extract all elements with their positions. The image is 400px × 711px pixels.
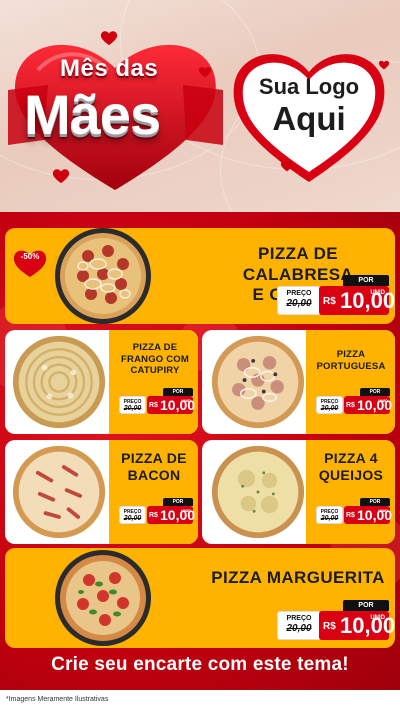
product-card-calabresa: -50% PIZZA DE CALABRESA E CEBOLA POR PRE… [5,228,395,324]
title-line2: Mães [24,83,161,146]
old-price: 20,00 [286,623,312,634]
preco-label: PREÇO [286,290,312,297]
product-name-line: QUEIJOS [318,467,384,484]
old-price: 20,00 [123,515,142,522]
small-heart-icon [280,160,294,172]
product-name-line: PIZZA MARGUERITA [211,568,385,587]
discount-badge: -50% [20,252,40,261]
old-price-box: PREÇO 20,00 [277,286,321,315]
unit-label: UNID [378,508,388,513]
pizza-4-queijos-icon [211,445,305,539]
old-price-box: PREÇO 20,00 [119,396,146,414]
old-price-box: PREÇO 20,00 [119,506,146,524]
footnote-text: *Imagens Meramente Ilustrativas [6,696,109,703]
unit-label: UNID [370,615,385,621]
por-label: POR [163,388,193,396]
product-name-line: PIZZA DE [132,342,178,353]
currency-symbol: R$ [323,296,336,307]
price-tag: POR PREÇO 20,00 R$ 10,00 UNID [316,388,392,414]
small-heart-icon [100,31,118,46]
product-name-line: PIZZA [336,349,366,360]
price-tag: POR PREÇO 20,00 R$ 10,00 UNID [316,498,392,524]
old-price-box: PREÇO 20,00 [316,396,343,414]
old-price-box: PREÇO 20,00 [277,611,321,640]
por-label: POR [360,498,390,506]
product-name-line: PIZZA DE [121,450,187,466]
logo-placeholder-line2: Aqui [272,100,346,137]
small-heart-icon [198,66,212,78]
product-card-portuguesa: PIZZA PORTUGUESA POR PREÇO 20,00 R$ 10,0… [202,330,395,434]
new-price: 10,00 [340,288,395,313]
pizza-marguerita-icon [55,550,151,646]
small-heart-icon [52,169,70,184]
currency-symbol: R$ [346,512,355,519]
currency-symbol: R$ [149,402,158,409]
pizza-calabresa-icon [55,228,151,324]
title-line1: Mês das [60,55,159,82]
pizza-frango-icon [12,335,106,429]
price-tag: POR PREÇO 20,00 R$ 10,00 UNID [277,600,395,640]
product-name-line: FRANGO COM [121,353,189,365]
product-name-line: CATUPIRY [130,365,180,377]
por-label: POR [360,388,390,396]
logo-placeholder-line1: Sua Logo [258,74,360,99]
preco-label: PREÇO [286,615,312,622]
price-tag: POR PREÇO 20,00 R$ 10,00 UNID [119,388,195,414]
unit-label: UNID [181,508,191,513]
old-price: 20,00 [286,298,312,309]
card-accent [306,330,395,434]
product-name-line: PORTUGUESA [316,360,386,372]
price-tag: POR PREÇO 20,00 R$ 10,00 UNID [277,275,395,315]
product-name-line: BACON [127,467,181,484]
new-price-box: R$ 10,00 UNID [344,506,392,524]
footnote-bar: *Imagens Meramente Ilustrativas [0,690,400,711]
currency-symbol: R$ [346,402,355,409]
call-to-action: Crie seu encarte com este tema! [51,654,349,675]
product-name: PIZZA 4 QUEIJOS [308,450,394,484]
new-price-box: R$ 10,00 UNID [147,506,195,524]
product-card-frango: PIZZA DE FRANGO COM CATUPIRY POR PREÇO 2… [5,330,198,434]
new-price: 10,00 [340,613,395,638]
currency-symbol: R$ [149,512,158,519]
price-tag: POR PREÇO 20,00 R$ 10,00 UNID [119,498,195,524]
new-price-box: R$ 10,00 UNID [147,396,195,414]
product-name: PIZZA DE BACON [111,450,197,484]
new-price-box: R$ 10,00 UNID [344,396,392,414]
product-name: PIZZA DE FRANGO COM CATUPIRY [113,342,197,377]
currency-symbol: R$ [323,621,336,632]
product-card-bacon: PIZZA DE BACON POR PREÇO 20,00 R$ 10,00 … [5,440,198,544]
pizza-bacon-icon [12,445,106,539]
offers-area: -50% PIZZA DE CALABRESA E CEBOLA POR PRE… [0,212,400,711]
product-name: PIZZA MARGUERITA [201,568,395,589]
new-price-box: R$ 10,00 UNID [319,286,395,315]
old-price-box: PREÇO 20,00 [316,506,343,524]
old-price: 20,00 [123,405,142,412]
product-name: PIZZA PORTUGUESA [308,349,394,372]
old-price: 20,00 [320,515,339,522]
small-heart-icon [378,60,390,70]
por-label: POR [343,275,389,286]
unit-label: UNID [370,290,385,296]
product-name-line: PIZZA 4 [324,450,378,466]
product-card-4-queijos: PIZZA 4 QUEIJOS POR PREÇO 20,00 R$ 10,00… [202,440,395,544]
old-price: 20,00 [320,405,339,412]
por-label: POR [343,600,389,611]
por-label: POR [163,498,193,506]
product-card-marguerita: PIZZA MARGUERITA POR PREÇO 20,00 R$ 10,0… [5,548,395,648]
new-price-box: R$ 10,00 UNID [319,611,395,640]
header-banner: Mês das Mães Sua Logo Aqui [0,0,400,212]
unit-label: UNID [378,398,388,403]
unit-label: UNID [181,398,191,403]
pizza-portuguesa-icon [211,335,305,429]
